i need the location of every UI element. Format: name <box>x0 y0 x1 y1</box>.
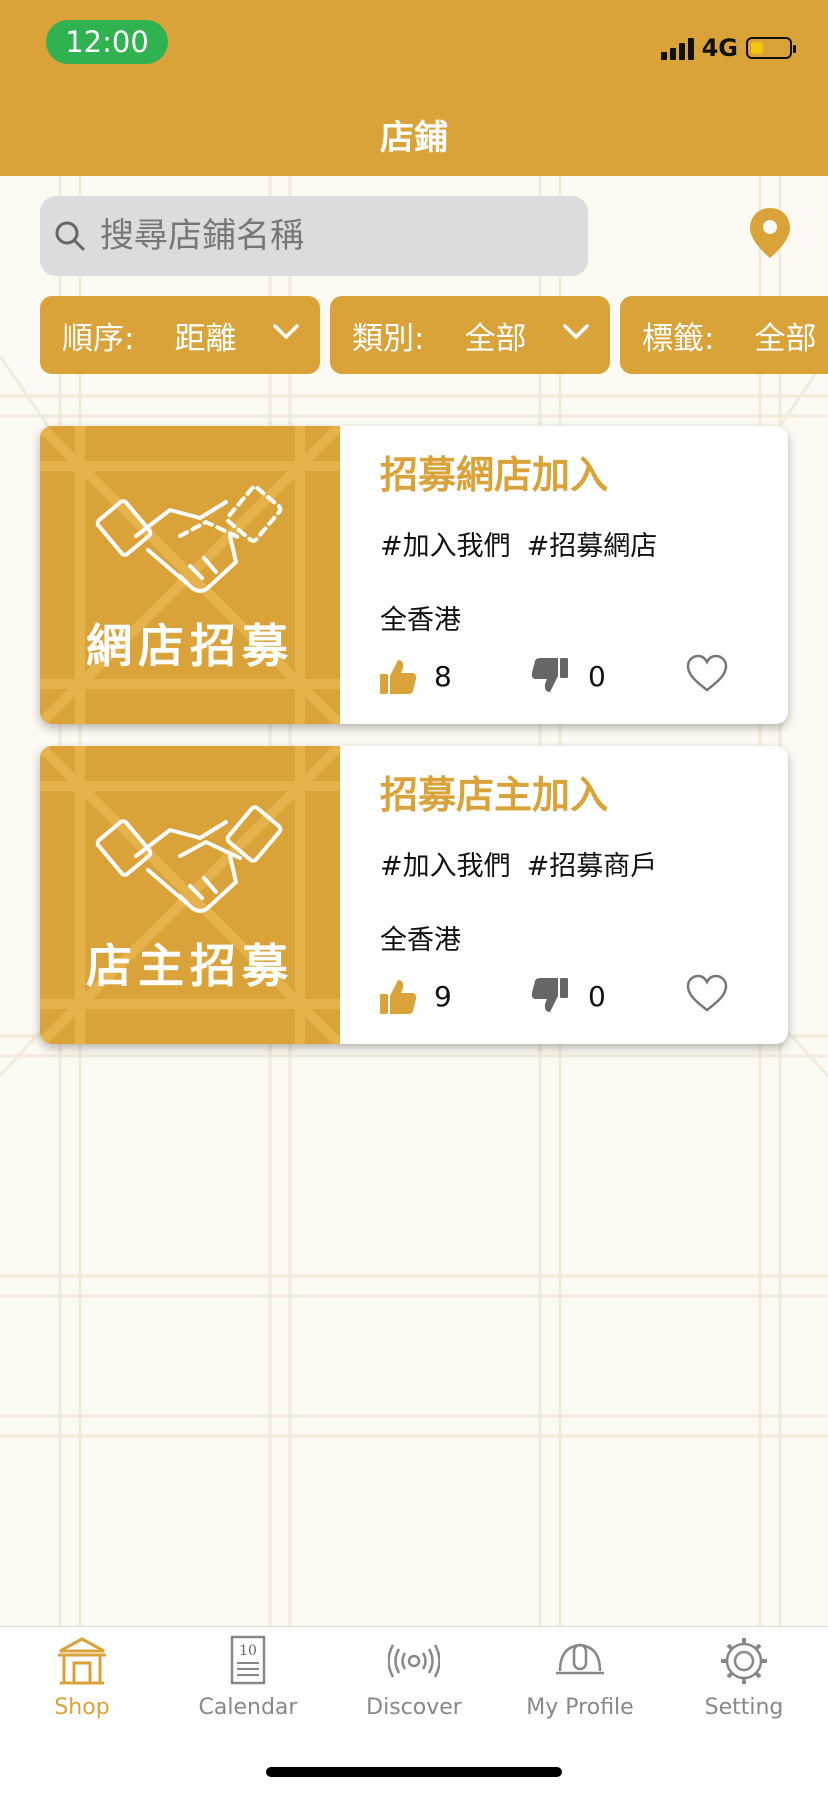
tab-label: My Profile <box>526 1695 634 1720</box>
like-button[interactable]: 9 <box>378 976 452 1016</box>
shop-card-image: 店主招募 <box>40 746 340 1044</box>
shop-card-tags: #加入我們 #招募網店 <box>380 524 657 563</box>
tag[interactable]: #招募商戶 <box>527 851 658 882</box>
like-button[interactable]: 8 <box>378 656 452 696</box>
tab-my-profile[interactable]: My Profile <box>510 1635 650 1720</box>
tag[interactable]: #加入我們 <box>380 531 511 562</box>
location-pin-icon[interactable] <box>748 206 792 260</box>
shop-icon <box>58 1637 106 1685</box>
filter-sort-label: 順序: <box>62 320 135 357</box>
like-count: 9 <box>434 979 452 1013</box>
filter-sort-value: 距離 <box>174 320 237 357</box>
tag[interactable]: #招募網店 <box>527 531 658 562</box>
gear-icon <box>721 1638 767 1684</box>
dislike-count: 0 <box>588 979 606 1013</box>
shop-card-image-text: 店主招募 <box>86 939 294 993</box>
profile-helmet-icon <box>556 1643 604 1675</box>
network-type: 4G <box>701 34 738 62</box>
filter-category[interactable]: 類別: 全部 <box>330 296 610 374</box>
shop-card-tags: #加入我們 #招募商戶 <box>380 844 657 883</box>
signal-icon <box>660 36 694 60</box>
chevron-down-icon <box>563 324 589 339</box>
shop-card-name: 招募網店加入 <box>380 453 609 497</box>
shop-card-image-text: 網店招募 <box>86 619 294 673</box>
tab-label: Setting <box>704 1695 784 1720</box>
tab-label: Shop <box>54 1695 110 1720</box>
shop-card-area: 全香港 <box>380 605 461 636</box>
like-count: 8 <box>434 659 452 693</box>
thumbs-up-icon <box>380 660 417 694</box>
filter-tag-value: 全部 <box>754 320 817 357</box>
chevron-down-icon <box>273 324 299 339</box>
dislike-count: 0 <box>588 659 606 693</box>
status-time: 12:00 <box>46 20 168 64</box>
search-bar[interactable] <box>40 196 588 276</box>
filter-sort[interactable]: 順序: 距離 <box>40 296 320 374</box>
shop-card[interactable]: 店主招募 招募店主加入 #加入我們 #招募商戶 全香港 9 0 <box>40 746 788 1044</box>
tab-calendar[interactable]: 10 Calendar <box>178 1635 318 1720</box>
svg-text:10: 10 <box>239 1643 257 1659</box>
status-indicators: 4G <box>660 34 796 62</box>
thumbs-down-icon <box>531 658 568 692</box>
tab-label: Discover <box>366 1695 462 1720</box>
dislike-button[interactable]: 0 <box>530 976 606 1016</box>
filter-tag[interactable]: 標籤: 全部 <box>620 296 828 374</box>
battery-icon <box>746 37 796 59</box>
dislike-button[interactable]: 0 <box>530 656 606 696</box>
thumbs-down-icon <box>531 978 568 1012</box>
filter-tag-label: 標籤: <box>642 320 715 357</box>
page-title: 店鋪 <box>380 118 448 158</box>
home-indicator <box>266 1767 562 1777</box>
tab-discover[interactable]: Discover <box>344 1635 484 1720</box>
filter-category-label: 類別: <box>352 320 425 357</box>
thumbs-up-icon <box>380 980 417 1014</box>
tab-setting[interactable]: Setting <box>674 1635 814 1720</box>
shop-card-name: 招募店主加入 <box>380 773 609 817</box>
calendar-icon: 10 <box>230 1635 266 1685</box>
tab-label: Calendar <box>198 1695 298 1720</box>
shop-card[interactable]: 網店招募 招募網店加入 #加入我們 #招募網店 全香港 8 0 <box>40 426 788 724</box>
heart-icon[interactable] <box>686 654 728 694</box>
discover-icon <box>387 1644 441 1678</box>
heart-icon[interactable] <box>686 974 728 1014</box>
shop-card-image: 網店招募 <box>40 426 340 724</box>
tag[interactable]: #加入我們 <box>380 851 511 882</box>
tab-shop[interactable]: Shop <box>12 1635 152 1720</box>
app-header: 12:00 4G 店鋪 <box>0 0 828 176</box>
search-input[interactable] <box>98 215 562 257</box>
filter-category-value: 全部 <box>464 320 527 357</box>
search-icon <box>55 221 85 251</box>
shop-card-area: 全香港 <box>380 925 461 956</box>
